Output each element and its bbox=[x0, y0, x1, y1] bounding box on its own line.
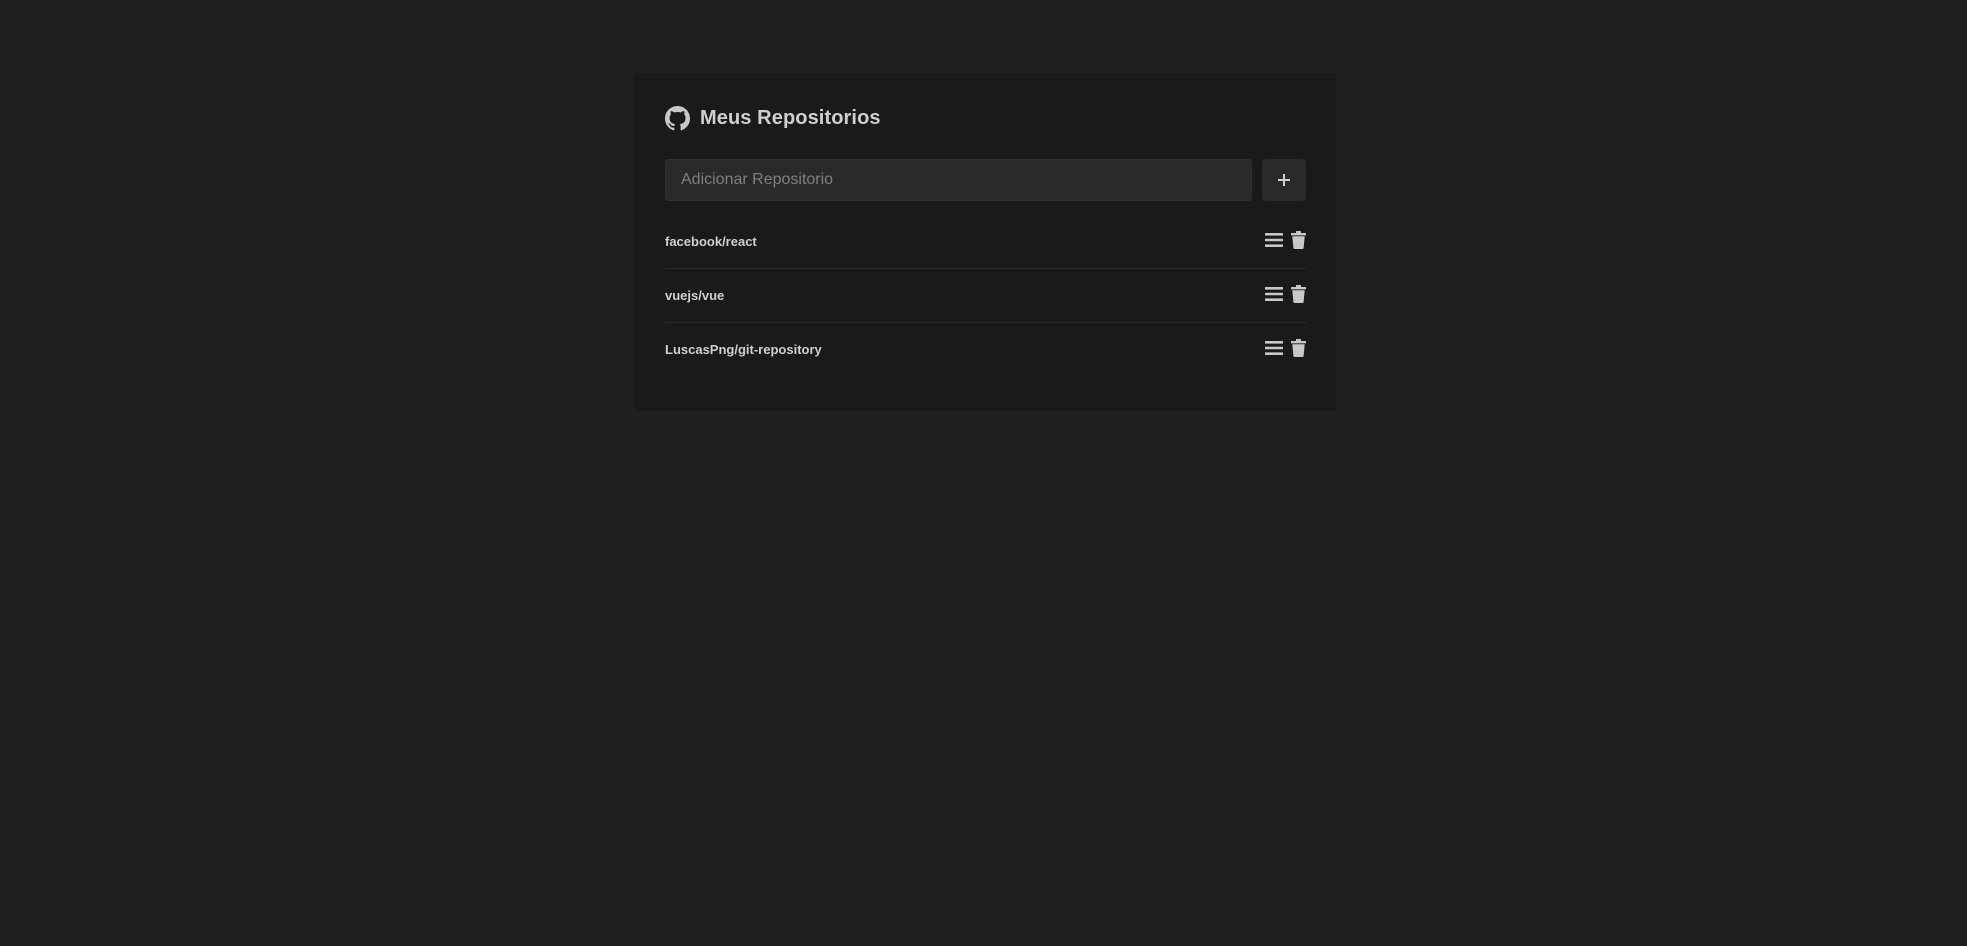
delete-button[interactable] bbox=[1291, 231, 1306, 249]
repository-input[interactable] bbox=[665, 159, 1252, 201]
panel-header: Meus Repositorios bbox=[665, 103, 1306, 133]
details-button[interactable] bbox=[1265, 232, 1283, 248]
add-repository-button[interactable] bbox=[1262, 159, 1306, 201]
repository-actions bbox=[1265, 339, 1306, 357]
plus-icon bbox=[1278, 174, 1290, 186]
details-button[interactable] bbox=[1265, 340, 1283, 356]
trash-icon bbox=[1291, 339, 1306, 357]
delete-button[interactable] bbox=[1291, 339, 1306, 357]
list-item: vuejs/vue bbox=[665, 268, 1306, 322]
add-repository-form bbox=[665, 159, 1306, 201]
repository-list: facebook/react vuejs/vue LuscasPng/git-r… bbox=[665, 215, 1306, 376]
list-icon bbox=[1265, 232, 1283, 248]
list-icon bbox=[1265, 286, 1283, 302]
list-item: LuscasPng/git-repository bbox=[665, 322, 1306, 376]
repositories-panel: Meus Repositorios facebook/react bbox=[634, 73, 1336, 411]
page-title: Meus Repositorios bbox=[700, 106, 881, 129]
repository-actions bbox=[1265, 231, 1306, 249]
trash-icon bbox=[1291, 285, 1306, 303]
list-icon bbox=[1265, 340, 1283, 356]
github-icon bbox=[665, 105, 690, 131]
repository-name: LuscasPng/git-repository bbox=[665, 342, 822, 357]
delete-button[interactable] bbox=[1291, 285, 1306, 303]
details-button[interactable] bbox=[1265, 286, 1283, 302]
repository-name: facebook/react bbox=[665, 234, 757, 249]
repository-name: vuejs/vue bbox=[665, 288, 725, 303]
list-item: facebook/react bbox=[665, 215, 1306, 268]
repository-actions bbox=[1265, 285, 1306, 303]
trash-icon bbox=[1291, 231, 1306, 249]
